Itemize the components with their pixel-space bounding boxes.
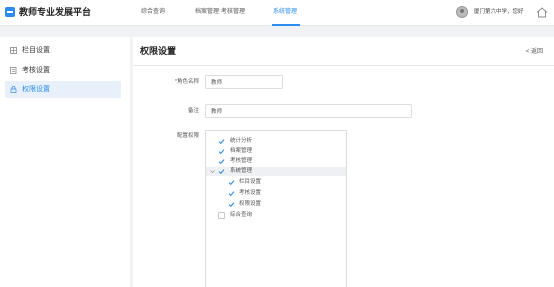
top-navbar: 教师专业发展平台 综合查询 档案管理 考核管理 系统管理 厦门第六中学，您好 (0, 0, 554, 26)
tree-node-permission-settings[interactable]: 权限设置 (206, 200, 346, 209)
sidebar-item-assessment-settings[interactable]: 考核设置 (5, 62, 121, 79)
tree-node-label: 系统管理 (230, 168, 253, 174)
app-logo-icon (5, 7, 15, 17)
checkbox-checked-icon[interactable] (218, 168, 225, 175)
role-name-label: *角色名称 (174, 79, 199, 85)
lock-icon (10, 86, 17, 93)
back-link[interactable]: < 返回 (526, 48, 543, 56)
tree-node-assessment[interactable]: 考核管理 (206, 157, 346, 166)
sidebar-item-label: 权限设置 (22, 86, 50, 93)
checkbox-checked-icon[interactable] (218, 138, 225, 145)
user-avatar[interactable] (456, 6, 468, 18)
nav-active-indicator (272, 24, 300, 26)
sidebar-item-label: 栏目设置 (22, 47, 50, 54)
tree-node-comprehensive-query[interactable]: 综合查询 (206, 211, 346, 220)
tree-node-label: 栏目设置 (239, 179, 262, 185)
checkbox-checked-icon[interactable] (218, 158, 225, 165)
tree-node-assessment-settings[interactable]: 考核设置 (206, 189, 346, 198)
nav-item-comprehensive-query[interactable]: 综合查询 (141, 8, 165, 16)
note-input[interactable] (205, 104, 412, 118)
tree-node-label: 考核设置 (239, 190, 262, 196)
edit-icon (10, 67, 17, 74)
sidebar-item-permission-settings[interactable]: 权限设置 (5, 81, 121, 98)
user-greeting: 厦门第六中学，您好 (474, 9, 524, 15)
note-label: 备注 (187, 108, 199, 114)
tree-node-label: 统计分析 (230, 138, 253, 144)
tree-node-statistics[interactable]: 统计分析 (206, 137, 346, 146)
nav-item-system-management[interactable]: 系统管理 (273, 8, 297, 16)
nav-item-archive-management[interactable]: 档案管理 (195, 8, 219, 16)
checkbox-checked-icon[interactable] (218, 148, 225, 155)
checkbox-checked-icon[interactable] (228, 179, 235, 186)
tree-node-system[interactable]: 系统管理 (206, 167, 346, 176)
tree-node-label: 权限设置 (239, 201, 262, 207)
tree-node-archive[interactable]: 档案管理 (206, 147, 346, 156)
tree-node-column-settings[interactable]: 栏目设置 (206, 178, 346, 187)
page-title: 权限设置 (140, 46, 177, 56)
home-icon[interactable] (536, 7, 548, 18)
tree-node-label: 综合查询 (230, 212, 253, 218)
tree-node-label: 考核管理 (230, 158, 253, 164)
tree-node-label: 档案管理 (230, 148, 253, 154)
main-panel: 权限设置 < 返回 *角色名称 备注 配置权限 统计分析 档案管理 考核管理 系… (133, 37, 554, 287)
sidebar-item-column-settings[interactable]: 栏目设置 (5, 42, 121, 59)
checkbox-checked-icon[interactable] (228, 190, 235, 197)
grid-icon (10, 47, 17, 54)
permission-tree: 统计分析 档案管理 考核管理 系统管理 栏目设置 考核设置 权限设置 综合查询 (205, 130, 347, 287)
checkbox-unchecked-icon[interactable] (218, 212, 225, 219)
chevron-down-icon[interactable] (210, 169, 215, 174)
sidebar: 栏目设置 考核设置 权限设置 (0, 37, 130, 287)
checkbox-checked-icon[interactable] (228, 201, 235, 208)
permission-config-label: 配置权限 (176, 133, 199, 139)
sidebar-item-label: 考核设置 (22, 67, 50, 74)
nav-item-assessment-management[interactable]: 考核管理 (221, 8, 245, 16)
header-divider (133, 65, 554, 66)
role-name-input[interactable] (205, 75, 283, 89)
app-title: 教师专业发展平台 (19, 7, 92, 17)
